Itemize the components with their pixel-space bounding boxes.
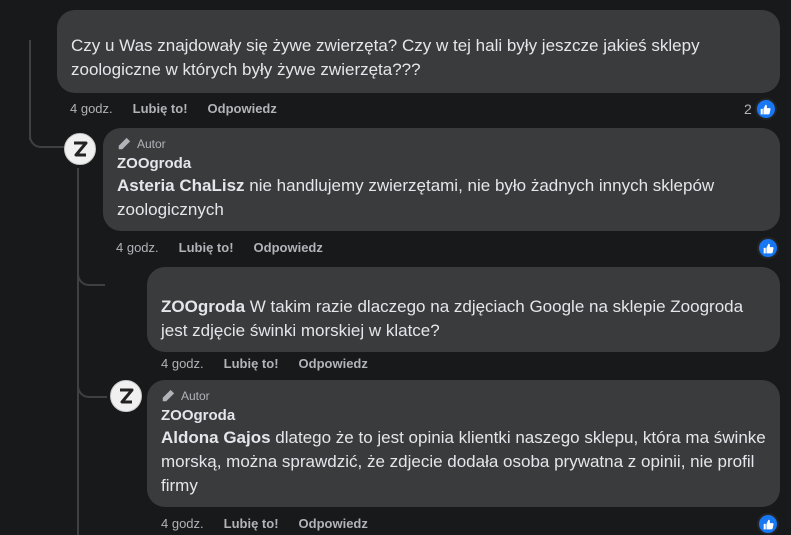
reply-button[interactable]: Odpowiedz bbox=[208, 101, 277, 116]
comment-bubble: Czy u Was znajdowały się żywe zwierzęta?… bbox=[57, 10, 780, 93]
thread-line-sub bbox=[77, 168, 79, 535]
mention-link[interactable]: ZOOgroda bbox=[161, 297, 245, 316]
comment-body: Asteria ChaLisz nie handlujemy zwierzęta… bbox=[117, 174, 766, 222]
thumbs-up-icon bbox=[757, 237, 779, 259]
thread-connector bbox=[77, 262, 105, 286]
like-button[interactable]: Lubię to! bbox=[133, 101, 188, 116]
pencil-icon bbox=[162, 389, 175, 402]
comment-bubble: Autor ZOOgroda Aldona Gajos dlatego że t… bbox=[147, 380, 780, 507]
reply-button[interactable]: Odpowiedz bbox=[299, 356, 368, 371]
comment-actions: 4 godz. Lubię to! Odpowiedz bbox=[116, 240, 343, 255]
comment-body: Aldona Gajos dlatego że to jest opinia k… bbox=[161, 426, 766, 498]
avatar[interactable] bbox=[64, 133, 96, 165]
comment-time[interactable]: 4 godz. bbox=[70, 101, 113, 116]
comment-actions: 4 godz. Lubię to! Odpowiedz bbox=[161, 516, 388, 531]
author-badge-label: Autor bbox=[181, 389, 210, 403]
comment-time[interactable]: 4 godz. bbox=[161, 356, 204, 371]
comment-thread: Czy u Was znajdowały się żywe zwierzęta?… bbox=[0, 0, 791, 535]
comment-bubble: ZOOgroda W takim razie dlaczego na zdjęc… bbox=[147, 267, 780, 352]
zoogroda-logo-icon bbox=[74, 141, 88, 157]
mention-link[interactable]: Aldona Gajos bbox=[161, 428, 271, 447]
thread-connector bbox=[77, 372, 107, 398]
avatar[interactable] bbox=[110, 380, 142, 412]
comment-text: Czy u Was znajdowały się żywe zwierzęta?… bbox=[71, 36, 700, 79]
comment-time[interactable]: 4 godz. bbox=[116, 240, 159, 255]
reaction-count[interactable]: 2 bbox=[744, 98, 777, 120]
reply-button[interactable]: Odpowiedz bbox=[299, 516, 368, 531]
pencil-icon bbox=[118, 137, 131, 150]
thread-connector bbox=[29, 120, 65, 148]
like-button[interactable]: Lubię to! bbox=[179, 240, 234, 255]
mention-link[interactable]: Asteria ChaLisz bbox=[117, 176, 245, 195]
author-badge: Autor bbox=[117, 136, 766, 152]
like-button[interactable]: Lubię to! bbox=[224, 516, 279, 531]
reaction-count-label: 2 bbox=[744, 101, 752, 117]
comment-text: W takim razie dlaczego na zdjęciach Goog… bbox=[161, 297, 744, 340]
reaction-count[interactable] bbox=[757, 513, 779, 535]
like-button[interactable]: Lubię to! bbox=[224, 356, 279, 371]
comment-bubble: Autor ZOOgroda Asteria ChaLisz nie handl… bbox=[103, 128, 780, 231]
zoogroda-logo-icon bbox=[120, 388, 134, 404]
comment-actions: 4 godz. Lubię to! Odpowiedz bbox=[161, 356, 388, 371]
author-badge-label: Autor bbox=[137, 137, 166, 151]
thumbs-up-icon bbox=[757, 513, 779, 535]
comment-time[interactable]: 4 godz. bbox=[161, 516, 204, 531]
reaction-count[interactable] bbox=[757, 237, 779, 259]
reply-button[interactable]: Odpowiedz bbox=[254, 240, 323, 255]
author-badge: Autor bbox=[161, 388, 766, 404]
thumbs-up-icon bbox=[754, 98, 777, 120]
comment-author[interactable]: ZOOgroda bbox=[117, 154, 766, 174]
comment-author[interactable]: ZOOgroda bbox=[161, 406, 766, 426]
comment-actions: 4 godz. Lubię to! Odpowiedz bbox=[70, 101, 297, 116]
